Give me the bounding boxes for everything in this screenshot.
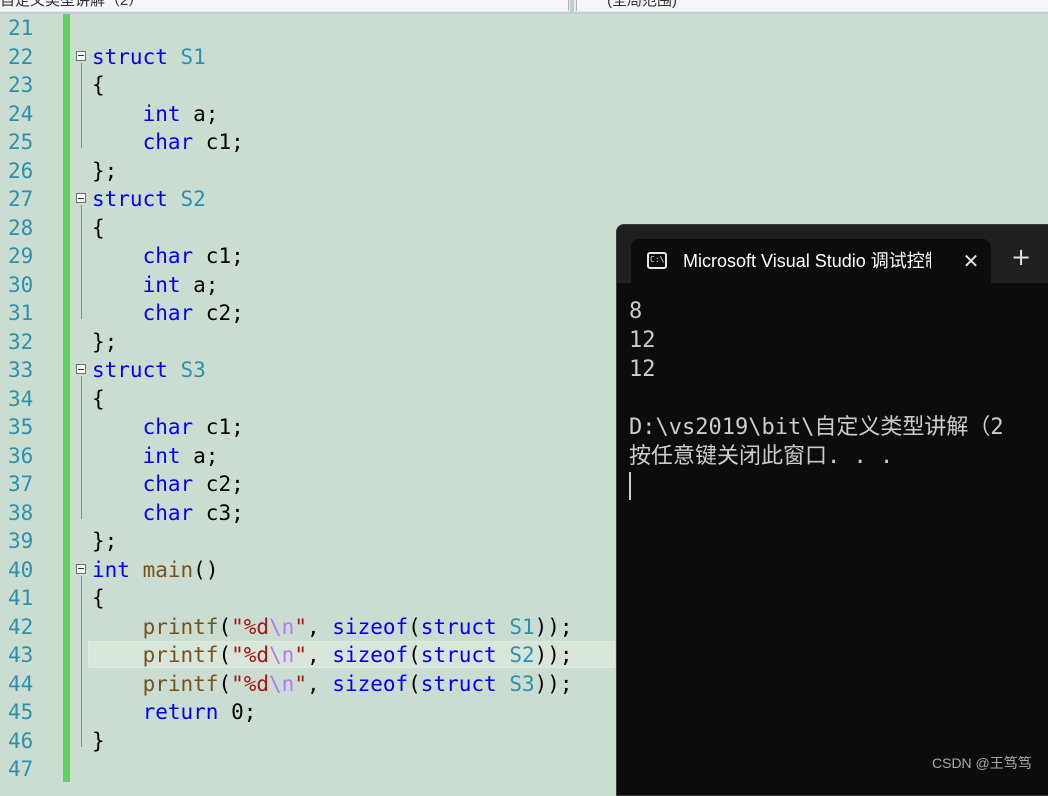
code-line[interactable]: 24 int a;	[0, 100, 1048, 129]
text-cursor	[629, 472, 631, 500]
line-number: 47	[8, 757, 34, 781]
line-number: 28	[8, 215, 34, 240]
output-line: 按任意键关闭此窗口. . .	[629, 444, 894, 469]
output-line: 12	[629, 357, 656, 382]
outline-guide	[81, 205, 82, 319]
code-text: };	[92, 329, 118, 354]
console-output[interactable]: 8 12 12 D:\vs2019\bit\自定义类型讲解（2 按任意键关闭此窗…	[629, 297, 1048, 500]
global-scope-dropdown[interactable]: (全局范围)	[576, 0, 1048, 11]
code-text: int a;	[142, 443, 219, 468]
code-text: {	[92, 215, 105, 240]
output-line: D:\vs2019\bit\自定义类型讲解（2	[629, 415, 1004, 440]
close-icon[interactable]: ✕	[961, 251, 981, 271]
line-number: 25	[8, 130, 34, 154]
code-text: struct S3	[92, 358, 206, 382]
line-number: 31	[8, 301, 34, 325]
code-text: char c1;	[142, 130, 244, 154]
code-text: char c1;	[142, 244, 244, 268]
code-line[interactable]: 26};	[0, 157, 1048, 186]
line-number: 37	[8, 472, 34, 496]
line-number: 33	[8, 358, 34, 382]
line-number: 40	[8, 557, 34, 582]
output-line: 8	[629, 299, 643, 324]
code-text: struct S2	[92, 187, 206, 211]
collapse-icon[interactable]	[76, 563, 86, 574]
code-text: printf("%d\n", sizeof(struct S1));	[142, 614, 573, 639]
outline-guide	[81, 575, 82, 747]
line-number: 22	[8, 44, 34, 69]
line-number: 21	[8, 16, 34, 40]
line-number: 26	[8, 158, 34, 183]
code-text: };	[92, 529, 118, 553]
outline-guide	[81, 376, 82, 519]
code-text: char c2;	[142, 472, 244, 496]
code-text: printf("%d\n", sizeof(struct S2));	[142, 643, 573, 667]
file-scope-dropdown[interactable]: 自定义类型讲解（2）	[0, 0, 569, 11]
code-text: char c1;	[142, 415, 244, 439]
line-number: 38	[8, 500, 34, 525]
console-tab[interactable]: C:\ Microsoft Visual Studio 调试控制台 ✕	[631, 239, 991, 283]
code-text: return 0;	[142, 700, 257, 724]
collapse-icon[interactable]	[76, 364, 86, 374]
line-number: 36	[8, 443, 34, 468]
code-line[interactable]: 23 {	[0, 71, 1048, 100]
line-number: 41	[8, 586, 34, 610]
code-line[interactable]: 22 struct S1	[0, 43, 1048, 72]
code-text: };	[92, 158, 118, 183]
code-text: char c2;	[142, 301, 244, 325]
debug-console-window[interactable]: C:\ Microsoft Visual Studio 调试控制台 ✕ + 8 …	[616, 224, 1048, 796]
line-number: 29	[8, 244, 34, 268]
code-text: char c3;	[142, 500, 244, 525]
line-number: 24	[8, 101, 34, 126]
code-line[interactable]: 21	[0, 14, 1048, 43]
terminal-icon: C:\	[647, 252, 667, 269]
line-number: 32	[8, 329, 34, 354]
line-number: 45	[8, 700, 34, 724]
line-number: 46	[8, 728, 34, 753]
line-number: 30	[8, 272, 34, 297]
line-number: 44	[8, 671, 34, 696]
code-line[interactable]: 27 struct S2	[0, 185, 1048, 214]
output-line: 12	[629, 328, 656, 353]
collapse-icon[interactable]	[76, 193, 86, 203]
outline-guide	[81, 62, 82, 148]
top-toolbar: 自定义类型讲解（2） (全局范围)	[0, 0, 1048, 14]
collapse-icon[interactable]	[76, 50, 86, 61]
console-tab-title: Microsoft Visual Studio 调试控制台	[683, 251, 931, 271]
line-number: 34	[8, 386, 34, 411]
line-number: 35	[8, 415, 34, 439]
code-text: printf("%d\n", sizeof(struct S3));	[142, 671, 573, 696]
line-number: 27	[8, 187, 34, 211]
line-number: 43	[8, 643, 34, 667]
code-text: {	[92, 73, 105, 97]
code-text: struct S1	[92, 44, 206, 69]
code-line[interactable]: 25 char c1;	[0, 128, 1048, 157]
line-number: 42	[8, 614, 34, 639]
new-tab-button[interactable]: +	[1009, 245, 1033, 269]
watermark: CSDN @王笃笃	[932, 755, 1032, 771]
code-text: {	[92, 386, 105, 411]
code-text: }	[92, 728, 105, 753]
line-number: 23	[8, 73, 34, 97]
code-text: int a;	[142, 101, 219, 126]
line-number: 39	[8, 529, 34, 553]
console-titlebar: C:\ Microsoft Visual Studio 调试控制台 ✕ +	[617, 225, 1048, 283]
code-text: int a;	[142, 272, 219, 297]
code-text: {	[92, 586, 105, 610]
toolbar-divider	[570, 0, 574, 12]
code-text: int main()	[92, 557, 219, 582]
